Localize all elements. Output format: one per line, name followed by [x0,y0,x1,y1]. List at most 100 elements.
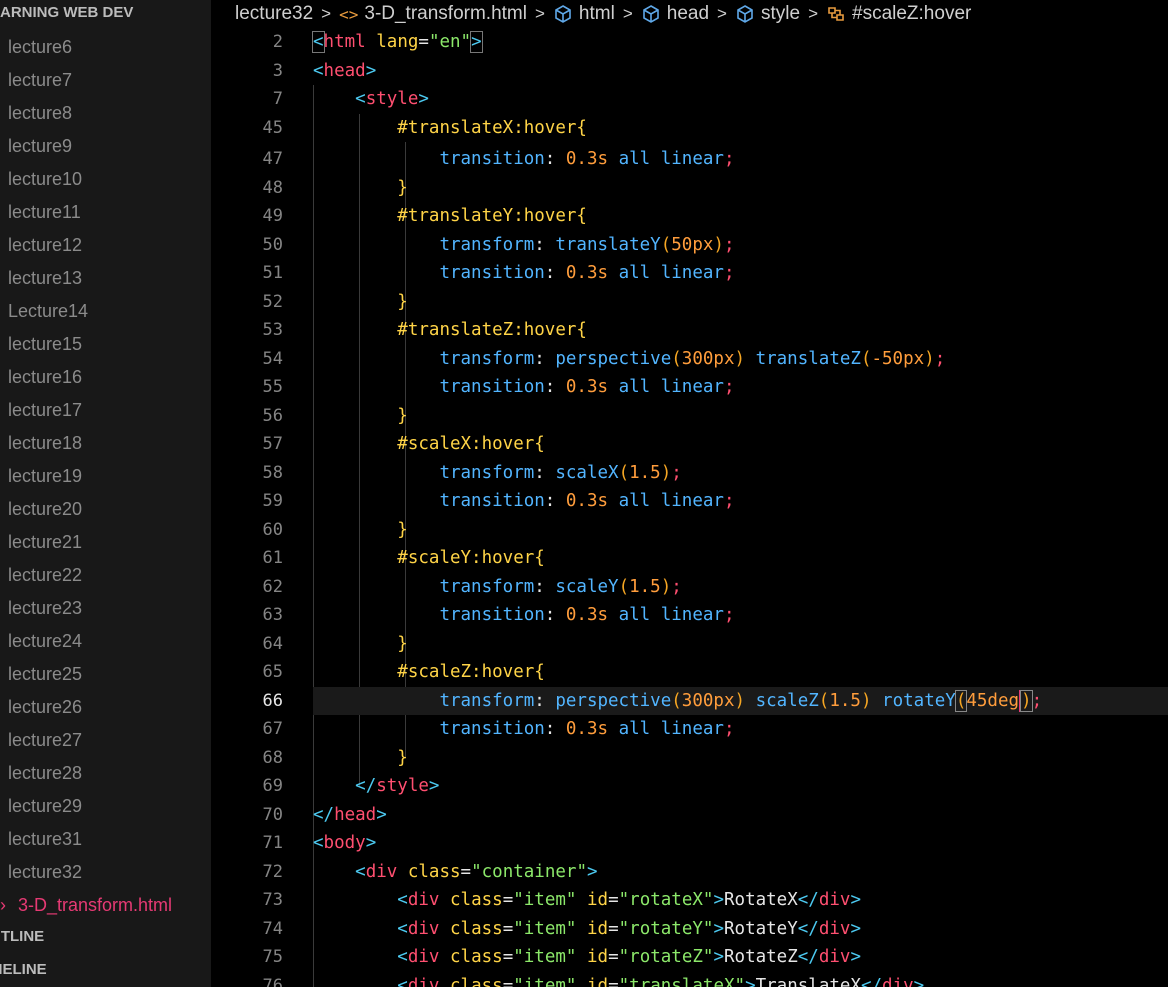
code-line[interactable]: <div class="container"> [313,858,1168,886]
code-line[interactable]: } [313,744,1168,772]
file-tree-folder[interactable]: lecture12 [8,233,82,257]
file-tree-folder[interactable]: lecture29 [8,794,82,818]
code-line[interactable]: <div class="item" id="rotateZ">RotateZ</… [313,943,1168,971]
line-number: 75 [262,947,283,967]
breadcrumb-style[interactable]: style [735,3,800,25]
code-line[interactable]: transition: 0.3s all linear; [313,487,1168,515]
code-line[interactable]: transform: perspective(300px) translateZ… [313,345,1168,373]
file-tree-folder[interactable]: lecture10 [8,167,82,191]
file-tree-folder[interactable]: lecture6 [8,35,72,59]
code-line[interactable]: #scaleX:hover{ [313,430,1168,458]
code-line[interactable]: transition: 0.3s all linear; [313,259,1168,287]
file-tree-folder[interactable]: lecture19 [8,464,82,488]
chevron-right-icon: > [808,4,818,23]
breadcrumb-head[interactable]: head [641,3,709,25]
code-line[interactable]: transform: scaleX(1.5); [313,459,1168,487]
file-tree-folder[interactable]: lecture28 [8,761,82,785]
line-number: 53 [262,320,283,340]
file-tree-folder[interactable]: lecture9 [8,134,72,158]
code-line[interactable]: <style> [313,85,1168,113]
file-tree-folder[interactable]: lecture8 [8,101,72,125]
chevron-right-icon: > [622,4,633,23]
line-number: 69 [262,776,283,796]
line-number: 45 [262,118,283,138]
file-tree-folder[interactable]: lecture27 [8,728,82,752]
code-line[interactable]: <head> [313,57,1168,85]
code-line[interactable]: </head> [313,801,1168,829]
line-number: 59 [262,491,283,511]
file-tree-folder[interactable]: lecture26 [8,695,82,719]
code-line[interactable]: } [313,174,1168,202]
timeline-section-header[interactable]: MELINE [0,959,47,981]
line-number: 71 [262,833,283,853]
code-line-current[interactable]: transform: perspective(300px) scaleZ(1.5… [313,687,1168,715]
line-number: 76 [262,976,283,987]
code-area[interactable]: <html lang="en"> <head> <style> #transla… [312,28,1168,987]
breadcrumb-html[interactable]: html [553,3,615,25]
line-number: 51 [262,263,283,283]
code-line[interactable]: #translateZ:hover{ [313,316,1168,344]
code-line[interactable]: <div class="item" id="rotateY">RotateY</… [313,915,1168,943]
file-tree-folder[interactable]: lecture7 [8,68,72,92]
code-line[interactable]: transition: 0.3s all linear; [313,715,1168,743]
line-number: 50 [262,235,283,255]
code-line[interactable]: transition: 0.3s all linear; [313,373,1168,401]
file-tree-folder[interactable]: lecture11 [8,200,81,224]
code-line[interactable]: } [313,288,1168,316]
file-tree-folder[interactable]: lecture31 [8,827,82,851]
file-tree-folder[interactable]: lecture20 [8,497,82,521]
file-tree-folder[interactable]: lecture24 [8,629,82,653]
outline-section-header[interactable]: UTLINE [0,926,44,948]
code-line[interactable]: #scaleZ:hover{ [313,658,1168,686]
explorer-section-title[interactable]: EARNING WEB DEV [0,2,133,24]
file-tree-folder[interactable]: lecture32 [8,860,82,884]
line-number: 56 [262,406,283,426]
code-line[interactable]: #translateX:hover{ [313,114,1168,142]
file-tree-folder[interactable]: lecture25 [8,662,82,686]
code-line[interactable]: <body> [313,829,1168,857]
code-line[interactable]: transition: 0.3s all linear; [313,601,1168,629]
file-tree-folder[interactable]: lecture13 [8,266,82,290]
file-tree-active-file[interactable]: › 3-D_transform.html [0,893,172,917]
code-line[interactable]: transform: scaleY(1.5); [313,573,1168,601]
file-tree-folder[interactable]: lecture21 [8,530,82,554]
line-number: 7 [272,89,283,109]
code-line[interactable]: transform: translateY(50px); [313,231,1168,259]
line-number: 58 [262,463,283,483]
symbol-element-icon [553,4,573,24]
file-tree-folder[interactable]: lecture23 [8,596,82,620]
line-number: 57 [262,434,283,454]
file-tree-folder[interactable]: lecture18 [8,431,82,455]
line-number: 68 [262,748,283,768]
line-number: 67 [262,719,283,739]
code-line[interactable]: </style> [313,772,1168,800]
code-line[interactable]: #scaleY:hover{ [313,544,1168,572]
code-line[interactable]: } [313,630,1168,658]
file-tree-folder[interactable]: Lecture14 [8,299,88,323]
code-line[interactable]: <div class="item" id="rotateX">RotateX</… [313,886,1168,914]
symbol-element-icon [735,4,755,24]
line-number: 61 [262,548,283,568]
code-line[interactable]: } [313,516,1168,544]
file-tree-folder[interactable]: lecture16 [8,365,82,389]
code-line[interactable]: <html lang="en"> [312,28,1168,56]
code-line[interactable]: #translateY:hover{ [313,202,1168,230]
breadcrumb-file[interactable]: <> 3-D_transform.html [339,3,527,25]
file-tree-folder[interactable]: lecture22 [8,563,82,587]
explorer-sidebar: EARNING WEB DEV lecture6 lecture7 lecture8… [0,0,211,987]
line-number: 49 [262,206,283,226]
file-tree-folder[interactable]: lecture17 [8,398,82,422]
breadcrumb-selector[interactable]: #scaleZ:hover [826,3,971,25]
line-number: 47 [262,149,283,169]
symbol-element-icon [641,4,661,24]
breadcrumb-folder[interactable]: lecture32 [235,3,313,25]
line-number: 74 [262,919,283,939]
line-number: 73 [262,890,283,910]
file-tree-folder[interactable]: lecture15 [8,332,82,356]
code-line[interactable]: transition: 0.3s all linear; [313,145,1168,173]
line-number: 70 [262,805,283,825]
code-editor[interactable]: 2 3 7 45 47 48 49 50 51 52 53 54 55 56 57 58 59 60 61 62 63 6… [211,28,1168,987]
code-line[interactable]: } [313,402,1168,430]
code-line[interactable]: <div class="item" id="translateX">Transl… [313,972,1168,987]
line-number: 54 [262,349,283,369]
